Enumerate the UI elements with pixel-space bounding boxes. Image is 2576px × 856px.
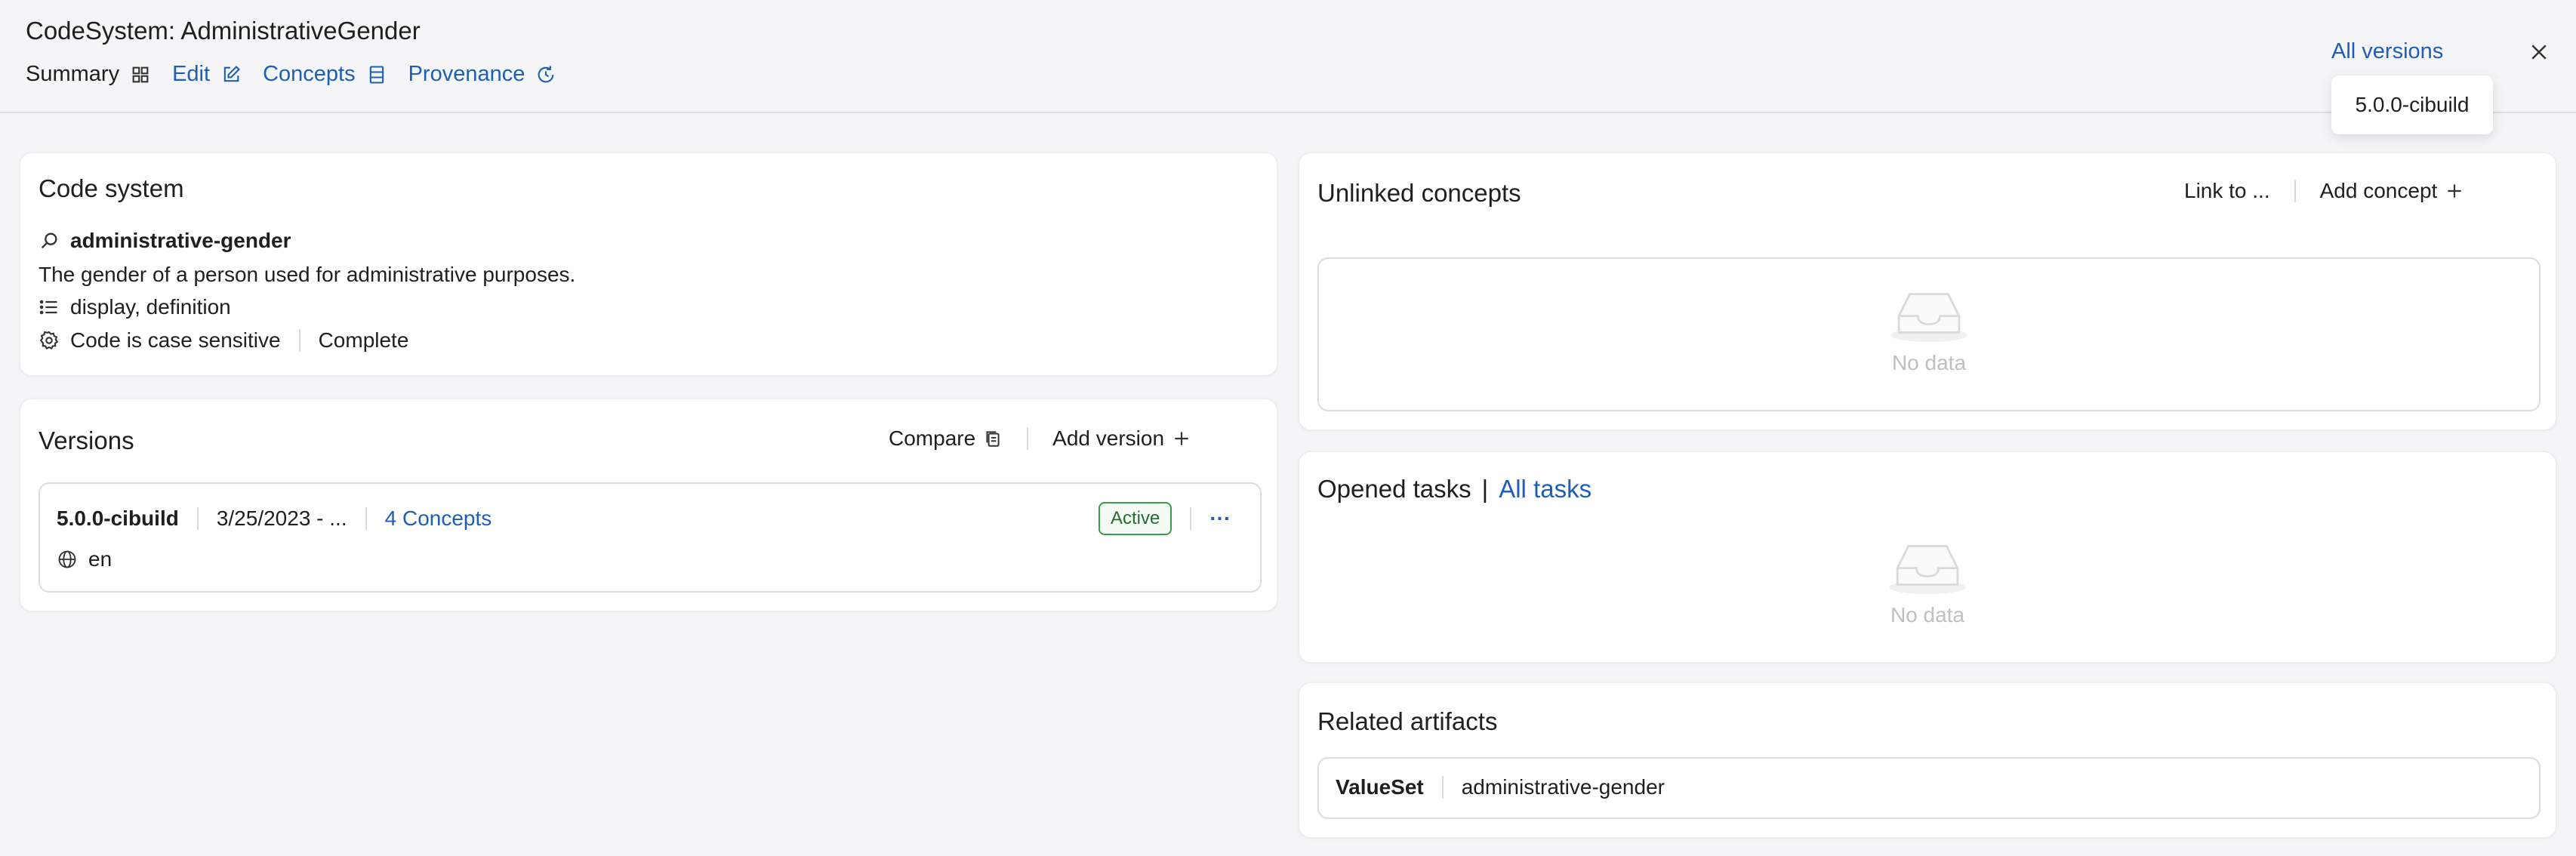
globe-icon — [58, 550, 76, 568]
nav-provenance-label: Provenance — [408, 62, 525, 86]
empty-state: No data — [1299, 535, 2556, 627]
divider — [1190, 507, 1192, 530]
code-system-description: The gender of a person used for administ… — [39, 263, 576, 286]
artifact-type: ValueSet — [1336, 775, 1424, 799]
edit-icon — [223, 65, 241, 82]
nav-edit-label: Edit — [172, 62, 211, 86]
add-version-button[interactable]: Add version — [1052, 426, 1191, 451]
search-icon — [41, 232, 57, 249]
list-icon — [39, 300, 57, 315]
add-concept-label: Add concept — [2319, 179, 2438, 202]
list-table-icon — [369, 65, 384, 84]
divider — [1027, 427, 1029, 450]
version-number: 5.0.0-cibuild — [57, 507, 179, 530]
code-system-id: administrative-gender — [70, 229, 291, 252]
nav-concepts-label: Concepts — [263, 62, 356, 86]
more-actions-button[interactable]: ··· — [1209, 507, 1231, 531]
empty-text: No data — [1890, 603, 1965, 627]
empty-text: No data — [1891, 351, 1967, 374]
artifact-row: ValueSet administrative-gender — [1336, 775, 1665, 799]
version-status-area: Active ··· — [1098, 502, 1231, 535]
title-separator: | — [1481, 475, 1489, 503]
code-system-title: Code system — [39, 174, 184, 202]
link-to-label: Link to ... — [2184, 179, 2270, 202]
versions-actions: Compare Add version — [889, 426, 1191, 451]
version-tooltip: 5.0.0-cibuild — [2331, 75, 2493, 134]
divider — [196, 507, 199, 530]
version-concepts-link[interactable]: 4 Concepts — [385, 507, 492, 531]
plus-icon — [2448, 184, 2461, 198]
version-item-row: 5.0.0-cibuild 3/25/2023 - ... 4 Concepts — [57, 507, 491, 531]
versions-card: Versions Compare Add version 5.0.0-cibui… — [20, 399, 1277, 611]
artifact-item[interactable]: ValueSet administrative-gender — [1317, 757, 2541, 819]
nav-concepts[interactable]: Concepts — [263, 62, 387, 87]
gear-icon — [39, 331, 59, 350]
unlinked-concepts-list: No data — [1317, 257, 2541, 411]
case-sensitive-label: Code is case sensitive — [70, 328, 281, 352]
related-artifacts-card: Related artifacts ValueSet administrativ… — [1299, 682, 2556, 838]
copy-icon — [986, 431, 1000, 447]
opened-tasks-card: Opened tasks | All tasks No data — [1299, 451, 2556, 663]
empty-state: No data — [1319, 283, 2539, 375]
divider — [1441, 776, 1444, 799]
opened-tasks-title: Opened tasks — [1317, 475, 1471, 503]
divider — [2294, 180, 2296, 202]
history-icon — [538, 65, 554, 82]
version-language-row: en — [57, 547, 112, 571]
version-item[interactable]: 5.0.0-cibuild 3/25/2023 - ... 4 Concepts… — [39, 482, 1262, 593]
divider — [365, 507, 367, 530]
plus-icon — [1175, 432, 1188, 445]
compare-button[interactable]: Compare — [889, 426, 1003, 451]
link-to-button[interactable]: Link to ... — [2184, 179, 2270, 203]
status-badge: Active — [1098, 502, 1172, 535]
unlinked-concepts-title: Unlinked concepts — [1317, 179, 1521, 207]
code-system-properties: display, definition — [70, 295, 231, 319]
close-icon[interactable] — [2528, 41, 2550, 63]
unlinked-actions: Link to ... Add concept — [2184, 179, 2464, 203]
all-tasks-link[interactable]: All tasks — [1499, 475, 1592, 503]
version-language: en — [88, 547, 112, 571]
compare-label: Compare — [889, 426, 976, 450]
versions-title: Versions — [39, 426, 134, 454]
nav-summary-label: Summary — [26, 62, 120, 86]
grid-icon — [132, 66, 149, 82]
page-title: CodeSystem: AdministrativeGender — [26, 17, 421, 45]
divider — [298, 329, 300, 352]
opened-tasks-header: Opened tasks | All tasks — [1317, 475, 1592, 503]
all-versions-link[interactable]: All versions — [2331, 39, 2443, 64]
content-label: Complete — [318, 328, 409, 352]
empty-inbox-icon — [1889, 545, 1966, 595]
nav-summary[interactable]: Summary — [26, 62, 151, 87]
nav-provenance[interactable]: Provenance — [408, 62, 557, 87]
add-version-label: Add version — [1052, 426, 1165, 450]
nav-bar: Summary Edit Concepts Provenance — [26, 62, 578, 87]
related-artifacts-title: Related artifacts — [1317, 707, 1498, 735]
nav-edit[interactable]: Edit — [172, 62, 242, 87]
empty-inbox-icon — [1890, 293, 1967, 343]
code-system-properties-row: display, definition — [39, 295, 231, 319]
code-system-card: Code system administrative-gender The ge… — [20, 152, 1277, 376]
add-concept-button[interactable]: Add concept — [2320, 179, 2465, 203]
code-system-settings-row: Code is case sensitive Complete — [39, 328, 408, 353]
version-date: 3/25/2023 - ... — [216, 507, 347, 530]
code-system-id-row: administrative-gender — [39, 229, 291, 253]
page-header: CodeSystem: AdministrativeGender Summary… — [0, 0, 2576, 113]
unlinked-concepts-card: Unlinked concepts Link to ... Add concep… — [1299, 152, 2556, 430]
artifact-name: administrative-gender — [1461, 775, 1665, 799]
